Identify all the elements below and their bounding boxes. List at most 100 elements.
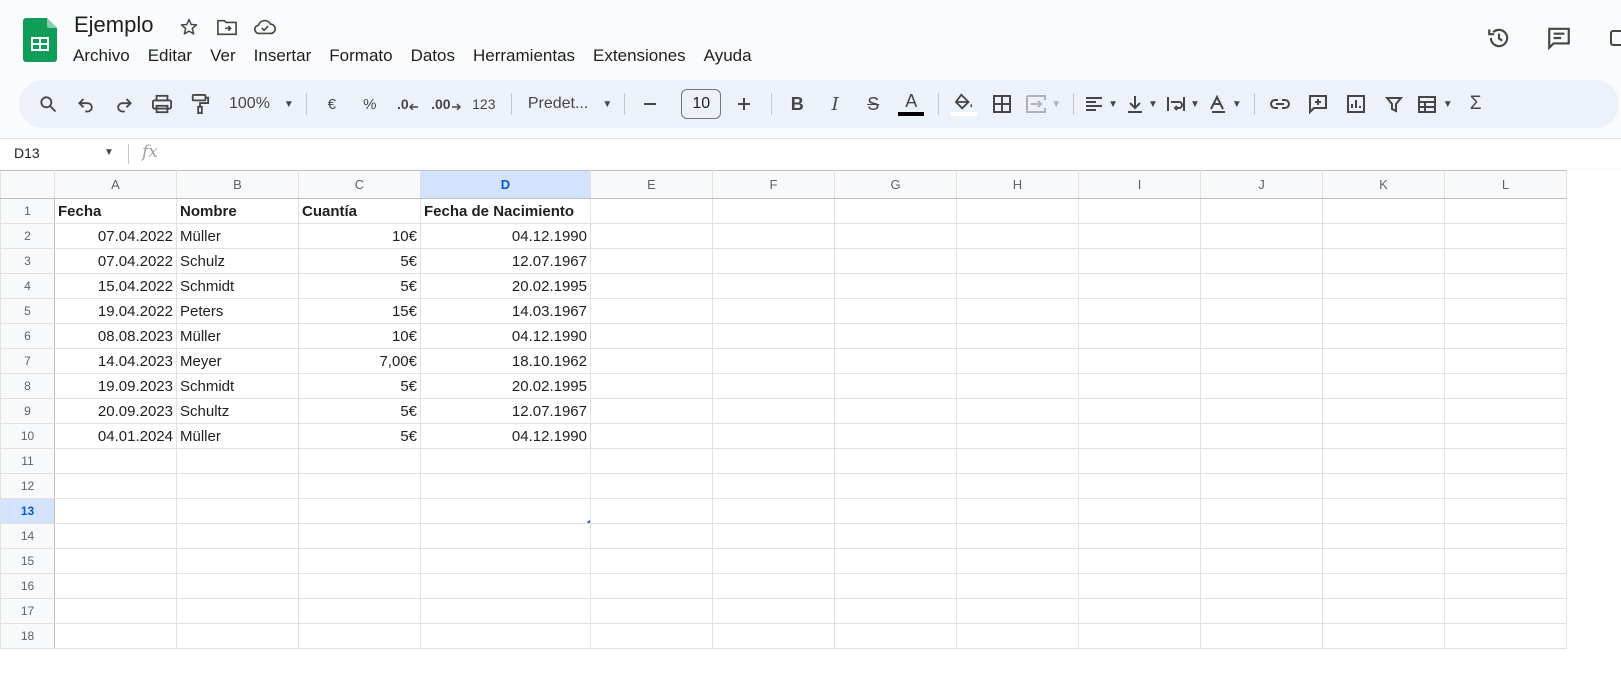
cell-b5[interactable]: Peters [176,298,299,324]
cell-l12[interactable] [1444,473,1567,499]
cell-d9[interactable]: 12.07.1967 [420,398,591,424]
insert-comment-icon[interactable] [1303,88,1333,120]
cell-f4[interactable] [712,273,835,299]
cell-c14[interactable] [298,523,421,549]
borders-icon[interactable] [987,88,1017,120]
cell-j11[interactable] [1200,448,1323,474]
cell-j6[interactable] [1200,323,1323,349]
cell-d1[interactable]: Fecha de Nacimiento [420,198,591,224]
cell-a15[interactable] [54,548,177,574]
cell-d2[interactable]: 04.12.1990 [420,223,591,249]
print-icon[interactable] [147,88,177,120]
sheets-logo-icon[interactable] [23,18,57,62]
cell-d16[interactable] [420,573,591,599]
menu-editar[interactable]: Editar [141,44,199,69]
cell-e12[interactable] [590,473,713,499]
more-formats-button[interactable]: 123 [469,88,499,120]
cell-i11[interactable] [1078,448,1201,474]
menu-herramientas[interactable]: Herramientas [466,44,582,69]
move-folder-icon[interactable] [214,14,240,40]
cell-k10[interactable] [1322,423,1445,449]
cell-h1[interactable] [956,198,1079,224]
cell-l13[interactable] [1444,498,1567,524]
cell-l1[interactable] [1444,198,1567,224]
cell-j10[interactable] [1200,423,1323,449]
cell-k4[interactable] [1322,273,1445,299]
increase-font-size-icon[interactable] [729,88,759,120]
cell-k13[interactable] [1322,498,1445,524]
cell-d4[interactable]: 20.02.1995 [420,273,591,299]
menu-ayuda[interactable]: Ayuda [697,44,759,69]
cell-a13[interactable] [54,498,177,524]
cell-d14[interactable] [420,523,591,549]
increase-decimal-button[interactable]: .00 [431,88,461,120]
row-header-5[interactable]: 5 [0,298,55,324]
cell-f11[interactable] [712,448,835,474]
cell-e10[interactable] [590,423,713,449]
cell-a16[interactable] [54,573,177,599]
cell-h5[interactable] [956,298,1079,324]
cell-e18[interactable] [590,623,713,649]
cell-g3[interactable] [834,248,957,274]
cell-b8[interactable]: Schmidt [176,373,299,399]
cell-b14[interactable] [176,523,299,549]
cell-a9[interactable]: 20.09.2023 [54,398,177,424]
filter-views-icon[interactable]: ▼ [1417,88,1453,120]
cell-l16[interactable] [1444,573,1567,599]
cell-d10[interactable]: 04.12.1990 [420,423,591,449]
cell-b6[interactable]: Müller [176,323,299,349]
row-header-12[interactable]: 12 [0,473,55,499]
cell-j17[interactable] [1200,598,1323,624]
comments-icon[interactable] [1541,20,1577,56]
cell-g15[interactable] [834,548,957,574]
row-header-17[interactable]: 17 [0,598,55,624]
cell-e7[interactable] [590,348,713,374]
cell-l3[interactable] [1444,248,1567,274]
cell-b10[interactable]: Müller [176,423,299,449]
cell-l10[interactable] [1444,423,1567,449]
cell-f17[interactable] [712,598,835,624]
cell-a5[interactable]: 19.04.2022 [54,298,177,324]
cell-k11[interactable] [1322,448,1445,474]
cell-a1[interactable]: Fecha [54,198,177,224]
column-header-b[interactable]: B [176,170,299,199]
cell-d6[interactable]: 04.12.1990 [420,323,591,349]
cell-f8[interactable] [712,373,835,399]
menu-ver[interactable]: Ver [203,44,243,69]
cell-j14[interactable] [1200,523,1323,549]
column-header-c[interactable]: C [298,170,421,199]
cell-g9[interactable] [834,398,957,424]
vertical-align-icon[interactable]: ▼ [1126,88,1158,120]
cell-b2[interactable]: Müller [176,223,299,249]
cloud-saved-icon[interactable] [252,14,278,40]
cell-i4[interactable] [1078,273,1201,299]
cell-i5[interactable] [1078,298,1201,324]
cell-b9[interactable]: Schultz [176,398,299,424]
cell-f12[interactable] [712,473,835,499]
menu-formato[interactable]: Formato [322,44,399,69]
cell-e3[interactable] [590,248,713,274]
cell-e16[interactable] [590,573,713,599]
cell-h7[interactable] [956,348,1079,374]
horizontal-align-icon[interactable]: ▼ [1084,88,1118,120]
cell-j7[interactable] [1200,348,1323,374]
cell-j13[interactable] [1200,498,1323,524]
cell-i10[interactable] [1078,423,1201,449]
cell-a6[interactable]: 08.08.2023 [54,323,177,349]
row-header-13[interactable]: 13 [0,498,55,524]
cell-h2[interactable] [956,223,1079,249]
cell-i18[interactable] [1078,623,1201,649]
menu-extensiones[interactable]: Extensiones [586,44,693,69]
row-header-16[interactable]: 16 [0,573,55,599]
chevron-down-icon[interactable]: ▼ [104,147,114,158]
cell-k16[interactable] [1322,573,1445,599]
column-header-f[interactable]: F [712,170,835,199]
cell-k5[interactable] [1322,298,1445,324]
undo-icon[interactable] [71,88,101,120]
row-header-7[interactable]: 7 [0,348,55,374]
cell-i2[interactable] [1078,223,1201,249]
cell-k14[interactable] [1322,523,1445,549]
cell-d5[interactable]: 14.03.1967 [420,298,591,324]
zoom-select[interactable]: 100% ▼ [229,88,294,120]
strikethrough-button[interactable]: S [858,88,888,120]
